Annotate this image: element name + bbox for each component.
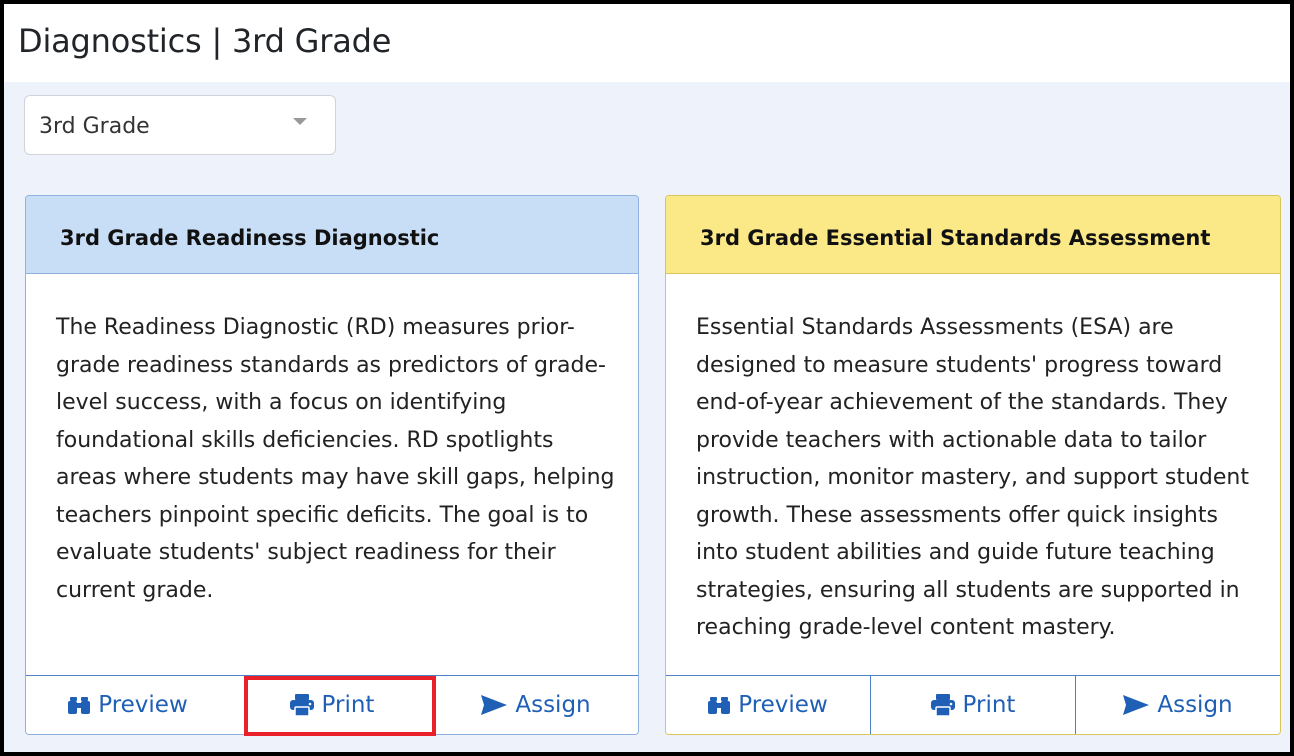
grade-select[interactable]: 3rd Grade <box>24 95 336 155</box>
card-title: 3rd Grade Essential Standards Assessment <box>700 226 1211 250</box>
printer-icon <box>930 694 955 716</box>
binoculars-icon <box>68 697 91 714</box>
preview-label: Preview <box>98 692 188 718</box>
assign-button[interactable]: Assign <box>434 676 638 734</box>
print-label: Print <box>962 692 1016 718</box>
assign-label: Assign <box>1157 692 1233 718</box>
essential-standards-card: 3rd Grade Essential Standards Assessment… <box>665 195 1281 735</box>
assign-label: Assign <box>515 692 591 718</box>
readiness-diagnostic-card: 3rd Grade Readiness Diagnostic The Readi… <box>25 195 639 735</box>
paper-plane-icon <box>1123 695 1150 715</box>
title-bar: Diagnostics | 3rd Grade <box>4 4 1290 82</box>
app-frame: Diagnostics | 3rd Grade 3rd Grade 3rd Gr… <box>0 0 1294 756</box>
grade-select-value: 3rd Grade <box>39 114 150 139</box>
assign-button[interactable]: Assign <box>1075 676 1280 734</box>
paper-plane-icon <box>481 695 508 715</box>
preview-button[interactable]: Preview <box>666 676 870 734</box>
preview-label: Preview <box>738 692 828 718</box>
card-actions: Preview Print Assign <box>26 675 638 734</box>
print-button[interactable]: Print <box>870 676 1075 734</box>
print-button[interactable]: Print <box>230 676 434 734</box>
card-header: 3rd Grade Readiness Diagnostic <box>26 196 638 274</box>
card-actions: Preview Print Assign <box>666 675 1280 734</box>
card-description: The Readiness Diagnostic (RD) measures p… <box>56 315 615 603</box>
card-title: 3rd Grade Readiness Diagnostic <box>60 226 440 250</box>
preview-button[interactable]: Preview <box>26 676 230 734</box>
printer-icon <box>289 694 314 716</box>
binoculars-icon <box>708 697 731 714</box>
page-title: Diagnostics | 3rd Grade <box>18 22 392 60</box>
card-header: 3rd Grade Essential Standards Assessment <box>666 196 1280 274</box>
card-description: Essential Standards Assessments (ESA) ar… <box>696 315 1249 640</box>
caret-down-icon <box>293 118 307 125</box>
print-label: Print <box>321 692 375 718</box>
